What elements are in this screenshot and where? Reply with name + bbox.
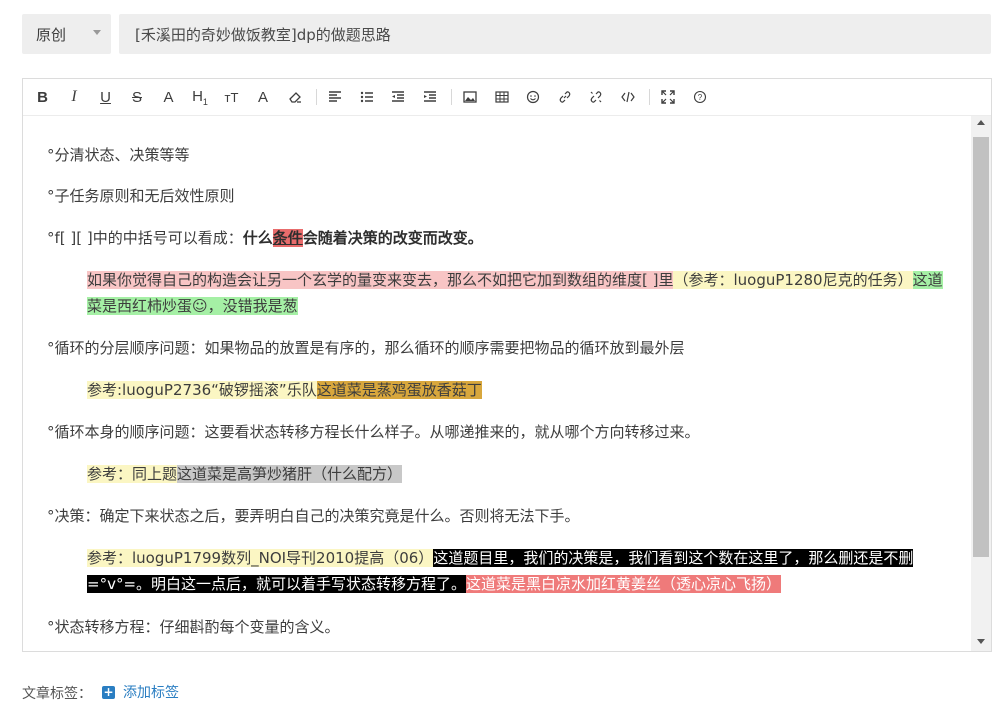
toolbar-divider [648,89,650,105]
svg-text:?: ? [697,93,702,102]
background-color-icon: A [257,88,268,106]
article-type-select[interactable]: 原创 [22,14,111,54]
help-button[interactable]: ? [689,87,710,108]
tags-label: 文章标签： [22,686,92,702]
insert-link-button[interactable] [554,87,575,108]
highlighted-text: 条件 [272,229,303,247]
align-left-icon [329,91,341,102]
scroll-up-icon[interactable] [977,120,985,125]
eraser-icon [288,92,301,103]
list-icon [360,91,373,103]
fullscreen-button[interactable] [658,87,679,108]
rich-text-editor: B I U S A H1 тT A ? °分清状态、决策等等 °子任务原则和无后… [22,78,992,652]
outdent-icon [392,91,404,102]
strikethrough-icon: S [131,88,142,106]
plus-icon: + [102,684,115,699]
code-button[interactable] [617,87,638,108]
outdent-button[interactable] [388,87,409,108]
font-size-icon: тT [224,89,239,105]
indent-icon [423,91,436,102]
clear-format-button[interactable] [284,87,305,108]
quote-paragraph: 参考：luoguP1799数列_NOI导刊2010提高（06）这道题目里，我们的… [87,549,914,593]
unlink-icon [590,91,602,103]
image-icon [463,91,477,103]
chevron-down-icon [93,30,101,35]
font-size-button[interactable]: тT [221,87,242,108]
emoji-button[interactable] [523,87,544,108]
unordered-list-button[interactable] [356,87,377,108]
paragraph: °循环本身的顺序问题：这要看状态转移方程长什么样子。从哪递推来的，就从哪个方向转… [47,423,700,441]
indent-button[interactable] [419,87,440,108]
insert-table-button[interactable] [491,87,512,108]
add-tag-label: 添加标签 [123,685,179,701]
toolbar-divider [450,89,452,105]
code-icon [620,91,635,103]
emoji-icon: ☺ [192,297,208,315]
bold-button[interactable]: B [32,87,53,108]
help-icon: ? [693,90,706,104]
font-color-button[interactable]: A [158,87,179,108]
table-icon [494,91,509,103]
article-type-value: 原创 [36,25,67,44]
paragraph: °分清状态、决策等等 [47,146,190,164]
toolbar-divider [315,89,317,105]
underline-icon: U [100,88,111,106]
insert-image-button[interactable] [460,87,481,108]
scroll-down-icon[interactable] [977,639,985,644]
editor-content[interactable]: °分清状态、决策等等 °子任务原则和无后效性原则 °f[ ][ ]中的中括号可以… [23,116,971,651]
link-icon [559,91,570,103]
quote-paragraph: 如果你觉得自己的构造会让另一个玄学的量变来变去，那么不如把它加到数组的维度[ ]… [87,271,943,315]
quote-paragraph: 参考:luoguP2736“破锣摇滚”乐队这道菜是蒸鸡蛋放香菇丁 [87,381,482,399]
background-color-button[interactable]: A [253,87,274,108]
paragraph: °f[ ][ ]中的中括号可以看成：什么条件会随着决策的改变而改变。 [47,229,483,247]
paragraph: °循环的分层顺序问题：如果物品的放置是有序的，那么循环的顺序需要把物品的循环放到… [47,339,685,357]
paragraph: °状态转移方程：仔细斟酌每个变量的含义。 [47,618,340,636]
add-tag-button[interactable]: + 添加标签 [102,682,179,702]
editor-scrollbar[interactable] [971,116,991,651]
unlink-button[interactable] [586,87,607,108]
underline-button[interactable]: U [95,87,116,108]
title-value: [禾溪田的奇妙做饭教室]dp的做题思路 [135,25,391,44]
bold-icon: B [37,88,48,106]
editor-toolbar: B I U S A H1 тT A ? [23,79,991,116]
paragraph: °决策：确定下来状态之后，要弄明白自己的决策究竟是什么。否则将无法下手。 [47,507,580,525]
strikethrough-button[interactable]: S [127,87,148,108]
title-input[interactable]: [禾溪田的奇妙做饭教室]dp的做题思路 [119,14,991,54]
fullscreen-icon [661,90,675,104]
paragraph: °子任务原则和无后效性原则 [47,187,235,205]
heading-icon: H1 [192,87,208,107]
font-color-icon: A [163,88,174,106]
quote-paragraph: 参考：同上题这道菜是高笋炒猪肝（什么配方） [87,465,403,483]
smiley-icon [526,90,540,104]
italic-button[interactable]: I [64,87,85,108]
italic-icon: I [71,88,77,105]
align-left-button[interactable] [325,87,346,108]
scroll-thumb[interactable] [973,137,989,557]
heading-button[interactable]: H1 [190,87,211,108]
